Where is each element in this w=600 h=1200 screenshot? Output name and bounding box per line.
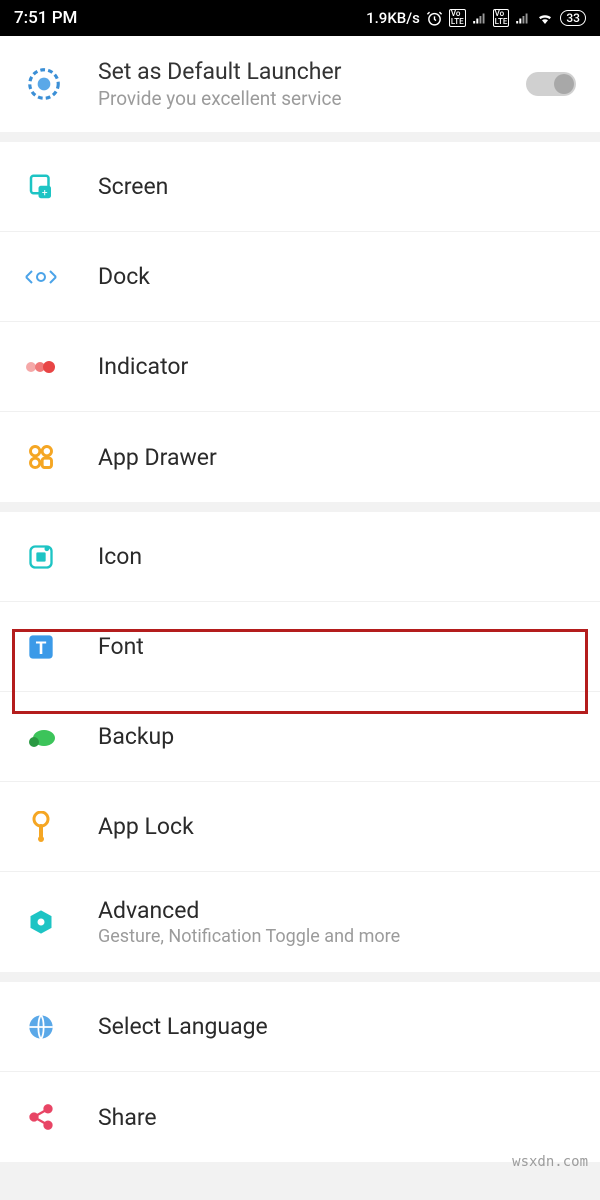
menu-sublabel: Gesture, Notification Toggle and more: [98, 926, 400, 947]
menu-dock[interactable]: Dock: [0, 232, 600, 322]
globe-icon: [24, 1010, 58, 1044]
indicator-icon: [24, 350, 58, 384]
signal-icon-2: [515, 11, 530, 26]
other-section: Select Language Share: [0, 982, 600, 1162]
menu-icon[interactable]: Icon: [0, 512, 600, 602]
menu-label: Advanced: [98, 897, 400, 924]
volte-icon-2: VoLTE: [493, 9, 510, 27]
svg-text:T: T: [36, 639, 47, 659]
menu-label: Share: [98, 1104, 157, 1131]
svg-text:+: +: [42, 187, 48, 198]
menu-label: Screen: [98, 173, 168, 200]
header-title: Set as Default Launcher: [98, 58, 526, 85]
volte-icon: VoLTE: [449, 9, 466, 27]
menu-label: Dock: [98, 263, 150, 290]
default-launcher-row[interactable]: Set as Default Launcher Provide you exce…: [0, 36, 600, 132]
layout-section: + Screen Dock Indicator App Drawer: [0, 142, 600, 502]
menu-label: App Drawer: [98, 444, 217, 471]
icon-icon: [24, 540, 58, 574]
status-speed: 1.9KB/s: [366, 9, 420, 27]
menu-backup[interactable]: Backup: [0, 692, 600, 782]
status-icons: 1.9KB/s VoLTE VoLTE 33: [366, 9, 586, 27]
appdrawer-icon: [24, 440, 58, 474]
header-text: Set as Default Launcher Provide you exce…: [98, 58, 526, 110]
status-bar: 7:51 PM 1.9KB/s VoLTE VoLTE 33: [0, 0, 600, 36]
menu-label: Indicator: [98, 353, 188, 380]
status-time: 7:51 PM: [14, 8, 77, 28]
menu-advanced[interactable]: Advanced Gesture, Notification Toggle an…: [0, 872, 600, 972]
font-icon: T: [24, 630, 58, 664]
default-launcher-toggle[interactable]: [526, 72, 576, 96]
menu-label: Backup: [98, 723, 174, 750]
applock-icon: [24, 810, 58, 844]
menu-applock[interactable]: App Lock: [0, 782, 600, 872]
customize-section: Icon T Font Backup App Lock Advanced Ges…: [0, 512, 600, 972]
alarm-icon: [426, 10, 443, 27]
signal-icon: [472, 11, 487, 26]
menu-label: Font: [98, 633, 144, 660]
menu-indicator[interactable]: Indicator: [0, 322, 600, 412]
screen-icon: +: [24, 170, 58, 204]
watermark: wsxdn.com: [512, 1154, 588, 1170]
wifi-icon: [536, 9, 554, 27]
dock-icon: [24, 260, 58, 294]
share-icon: [24, 1100, 58, 1134]
backup-icon: [24, 720, 58, 754]
menu-font[interactable]: T Font: [0, 602, 600, 692]
menu-share[interactable]: Share: [0, 1072, 600, 1162]
menu-screen[interactable]: + Screen: [0, 142, 600, 232]
header-section: Set as Default Launcher Provide you exce…: [0, 36, 600, 132]
menu-label: Icon: [98, 543, 142, 570]
menu-language[interactable]: Select Language: [0, 982, 600, 1072]
menu-appdrawer[interactable]: App Drawer: [0, 412, 600, 502]
header-subtitle: Provide you excellent service: [98, 87, 526, 110]
advanced-icon: [24, 905, 58, 939]
battery-icon: 33: [560, 10, 586, 26]
gear-icon: [24, 64, 64, 104]
menu-label: App Lock: [98, 813, 194, 840]
menu-label: Select Language: [98, 1013, 268, 1040]
